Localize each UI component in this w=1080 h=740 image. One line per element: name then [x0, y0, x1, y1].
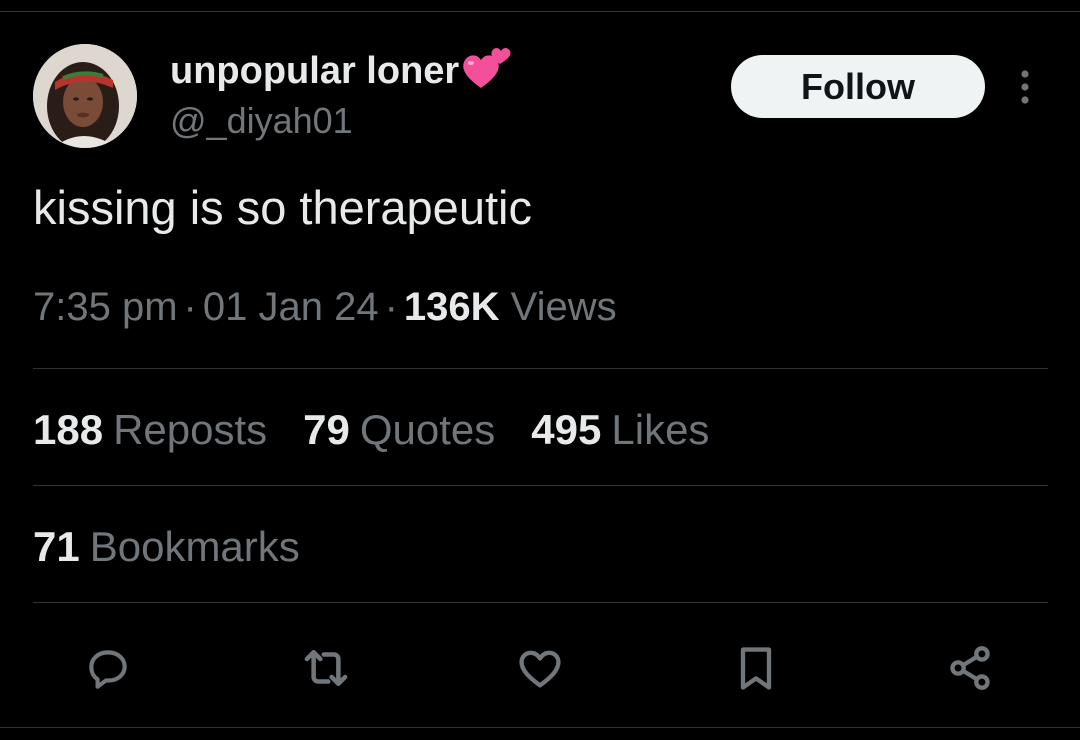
quotes-count: 79 [303, 406, 350, 453]
repost-button[interactable] [298, 640, 354, 696]
like-button[interactable] [512, 640, 568, 696]
reposts-count: 188 [33, 406, 104, 453]
display-name-row: unpopular loner [170, 46, 513, 96]
reposts-stat[interactable]: 188 Reposts [33, 406, 267, 454]
bottom-divider [0, 727, 1080, 728]
bookmark-button[interactable] [728, 640, 784, 696]
tweet-date[interactable]: 01 Jan 24 [203, 285, 379, 329]
divider [33, 602, 1048, 603]
share-button[interactable] [942, 640, 998, 696]
avatar[interactable] [33, 44, 137, 148]
top-divider [0, 11, 1080, 12]
views-count: 136K [403, 285, 500, 329]
two-hearts-icon [463, 48, 511, 88]
handle[interactable]: @_diyah01 [170, 100, 513, 142]
reposts-label: Reposts [113, 406, 268, 453]
repost-icon [304, 650, 348, 686]
views-label: Views [510, 285, 617, 329]
meta-separator: · [183, 285, 197, 329]
share-icon [950, 646, 990, 690]
bookmark-icon [740, 647, 772, 690]
meta-separator: · [384, 285, 398, 329]
engagement-stats: 188 Reposts 79 Quotes 495 Likes [33, 406, 745, 454]
tweet-meta: 7:35 pm · 01 Jan 24 · 136K Views [33, 285, 617, 330]
author-block: unpopular loner @_diyah01 [170, 46, 513, 142]
like-icon [519, 650, 561, 688]
reply-icon [89, 650, 127, 689]
follow-button[interactable]: Follow [731, 55, 985, 118]
display-name[interactable]: unpopular loner [170, 50, 459, 93]
quotes-stat[interactable]: 79 Quotes [303, 406, 495, 454]
bookmarks-label: Bookmarks [89, 523, 300, 570]
tweet-time[interactable]: 7:35 pm [33, 285, 178, 329]
more-vertical-icon [1021, 70, 1029, 104]
tweet-text: kissing is so therapeutic [33, 181, 532, 234]
divider [33, 485, 1048, 486]
quotes-label: Quotes [359, 406, 496, 453]
action-bar [0, 640, 1080, 696]
bookmarks-count: 71 [33, 523, 80, 570]
likes-label: Likes [611, 406, 710, 453]
avatar-image [33, 44, 137, 148]
reply-button[interactable] [80, 640, 136, 696]
likes-stat[interactable]: 495 Likes [531, 406, 709, 454]
bookmarks-stat[interactable]: 71 Bookmarks [33, 523, 300, 571]
divider [33, 368, 1048, 369]
likes-count: 495 [531, 406, 602, 453]
more-options-button[interactable] [1010, 66, 1040, 108]
